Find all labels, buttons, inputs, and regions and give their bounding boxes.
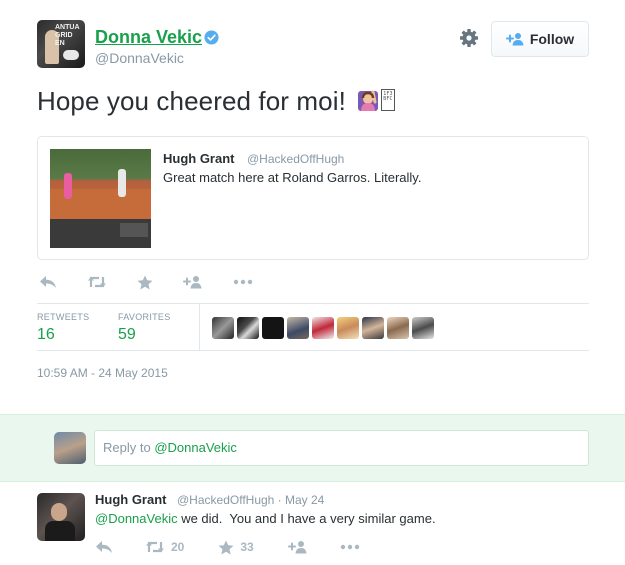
gear-icon[interactable]	[459, 28, 479, 48]
more-icon	[233, 279, 253, 285]
reply-input[interactable]: Reply to @DonnaVekic	[94, 430, 589, 466]
favoriter-avatar[interactable]	[312, 317, 334, 339]
quoted-author-name[interactable]: Hugh Grant	[163, 151, 235, 166]
more-action[interactable]	[233, 279, 253, 285]
reply-favorite-count: 33	[240, 540, 254, 554]
favoriter-avatar[interactable]	[337, 317, 359, 339]
more-action[interactable]	[340, 544, 360, 550]
quoted-author-handle[interactable]: @HackedOffHugh	[247, 152, 344, 166]
photo-player-white	[118, 169, 126, 197]
favoriter-avatar[interactable]	[362, 317, 384, 339]
retweet-icon	[146, 541, 164, 553]
retweet-action[interactable]: 20	[145, 540, 184, 554]
photo-board	[120, 223, 148, 237]
retweets-count[interactable]: 16	[37, 326, 55, 344]
retweets-label: RETWEETS	[37, 312, 90, 322]
missing-glyph-code: 1F3 BFC	[383, 91, 393, 102]
follow-icon	[287, 541, 307, 554]
follow-icon	[183, 276, 202, 289]
reply-retweet-count: 20	[171, 540, 185, 554]
reply-placeholder-mention: @DonnaVekic	[154, 440, 237, 455]
reply-action[interactable]	[95, 540, 113, 554]
favoriter-avatar[interactable]	[262, 317, 284, 339]
quoted-tweet-photo[interactable]	[50, 149, 151, 248]
favoriter-avatar[interactable]	[212, 317, 234, 339]
favoriter-avatar[interactable]	[287, 317, 309, 339]
favoriter-avatar[interactable]	[387, 317, 409, 339]
tweet-timestamp[interactable]: 10:59 AM - 24 May 2015	[37, 366, 168, 380]
tweet-text: Hope you cheered for moi! 1F3 BFC	[37, 86, 396, 117]
favoriter-avatar[interactable]	[237, 317, 259, 339]
verified-icon	[204, 30, 219, 45]
favorite-icon	[218, 540, 234, 554]
quoted-tweet-text: Great match here at Roland Garros. Liter…	[163, 170, 422, 185]
favorite-icon	[137, 275, 153, 289]
favoriters-avatars	[212, 317, 434, 339]
reply-author-name[interactable]: Hugh Grant	[95, 492, 167, 507]
reply-tweet-actions: 20 33	[95, 538, 360, 556]
reply-placeholder-prefix: Reply to	[103, 440, 155, 455]
favorite-action[interactable]: 33	[218, 540, 254, 555]
author-name[interactable]: Donna Vekic	[95, 27, 202, 48]
reply-tweet-text: @DonnaVekic we did. You and I have a ver…	[95, 511, 436, 526]
avatar-suit	[45, 521, 75, 541]
retweet-action[interactable]	[87, 275, 107, 289]
current-user-avatar	[54, 432, 86, 464]
raising-hand-emoji-icon	[358, 90, 379, 111]
favorites-count[interactable]: 59	[118, 326, 136, 344]
reply-author-meta[interactable]: @HackedOffHugh · May 24	[177, 493, 324, 507]
stats-divider-bottom	[37, 350, 589, 351]
reply-action[interactable]	[39, 275, 57, 289]
follow-button[interactable]: Follow	[491, 21, 589, 57]
tweet-actions	[37, 272, 253, 292]
retweet-icon	[88, 276, 106, 288]
author-avatar[interactable]: ANTUA GRID EN	[37, 20, 85, 68]
favoriter-avatar[interactable]	[412, 317, 434, 339]
tweet-text-body: Hope you cheered for moi!	[37, 86, 346, 116]
follow-label: Follow	[529, 31, 575, 47]
favorites-label: FAVORITES	[118, 312, 171, 322]
reply-icon	[40, 276, 56, 288]
reply-icon	[96, 541, 112, 553]
reply-author-avatar[interactable]	[37, 493, 85, 541]
add-user-icon	[505, 33, 524, 46]
reply-mention-link[interactable]: @DonnaVekic	[95, 511, 178, 526]
follow-action[interactable]	[183, 275, 203, 289]
reply-text-body: we did. You and I have a very similar ga…	[177, 511, 436, 526]
more-icon	[340, 544, 359, 550]
photo-player-pink	[64, 173, 72, 199]
favorite-action[interactable]	[137, 275, 153, 290]
missing-glyph-icon: 1F3 BFC	[381, 89, 396, 111]
stats-divider-top	[37, 303, 589, 304]
avatar-face	[51, 503, 67, 521]
quoted-tweet[interactable]: Hugh Grant @HackedOffHugh Great match he…	[37, 136, 589, 260]
stats-vertical-divider	[199, 304, 200, 350]
follow-action[interactable]	[287, 540, 308, 554]
avatar-logo-text: ANTUA GRID EN	[55, 24, 80, 47]
avatar-logo	[63, 50, 79, 60]
author-handle[interactable]: @DonnaVekic	[95, 50, 184, 66]
